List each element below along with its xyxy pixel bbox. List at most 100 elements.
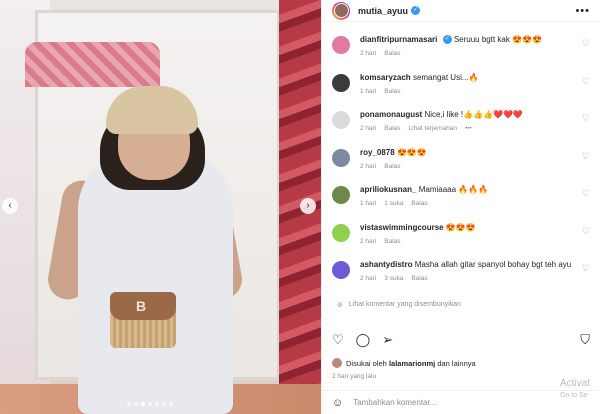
commenter-username[interactable]: ponamonaugust bbox=[360, 110, 422, 119]
commenter-avatar[interactable] bbox=[332, 148, 350, 167]
reply-button[interactable]: Balas bbox=[384, 163, 400, 170]
comment-input[interactable] bbox=[353, 398, 504, 407]
comment-body: dianfitripurnamasari ✓ Seruuu bgtt kak 😍… bbox=[360, 34, 590, 72]
comment-heart-icon[interactable]: ♡ bbox=[582, 113, 590, 124]
comment-body: vistaswimmingcourse 😍😍😍 2 hari Balas bbox=[360, 222, 590, 260]
comment-icon[interactable]: ◯ bbox=[356, 332, 371, 348]
post-image[interactable]: B ‹ › bbox=[0, 0, 321, 414]
comment-text: semangat Usi...🔥 bbox=[412, 72, 479, 82]
commenter-username[interactable]: komsaryzach bbox=[360, 73, 411, 82]
liker-username[interactable]: lalamarionmj bbox=[389, 359, 435, 368]
comment-time: 2 hari bbox=[360, 237, 377, 245]
comment-row: apriliokusnan_ Mamiaaaa 🔥🔥🔥 1 hari 1 suk… bbox=[332, 184, 590, 222]
comment-heart-icon[interactable]: ♡ bbox=[582, 38, 590, 49]
background-awning bbox=[25, 42, 160, 87]
comment-heart-icon[interactable]: ♡ bbox=[582, 263, 590, 274]
comment-heart-icon[interactable]: ♡ bbox=[582, 76, 590, 87]
commenter-avatar[interactable] bbox=[332, 186, 350, 204]
commenter-avatar[interactable] bbox=[332, 223, 350, 242]
carousel-dot bbox=[162, 402, 166, 406]
reply-button[interactable]: Balas bbox=[384, 125, 400, 132]
comment-time: 2 hari bbox=[360, 275, 377, 282]
previous-image-icon[interactable]: ‹ bbox=[2, 198, 18, 214]
commenter-avatar[interactable] bbox=[332, 111, 350, 129]
comment-heart-icon[interactable]: ♡ bbox=[582, 226, 590, 237]
comment-row: ashantydistro Masha allah gitar spanyol … bbox=[332, 259, 590, 297]
emoji-icon[interactable]: ☺ bbox=[332, 397, 343, 409]
comment-text: Mamiaaaa 🔥🔥🔥 bbox=[418, 185, 489, 194]
comment-body: ponamonaugust Nice,i like !👍👍👍❤️❤️❤️ 2 h… bbox=[360, 109, 590, 147]
comment-list: dianfitripurnamasari ✓ Seruuu bgtt kak 😍… bbox=[322, 22, 600, 322]
post-header: mutia_ayuu ✓ ••• bbox=[322, 0, 600, 22]
comment-row: komsaryzach semangat Usi...🔥 1 hari Bala… bbox=[332, 72, 590, 110]
action-bar: ♡ ◯ ➢ ⛉ bbox=[332, 332, 590, 348]
comment-options-icon[interactable]: ••• bbox=[465, 125, 472, 132]
reply-button[interactable]: Balas bbox=[384, 238, 400, 245]
commenter-username[interactable]: dianfitripurnamasari bbox=[360, 35, 437, 44]
watermark-line2: Go to Se bbox=[560, 392, 588, 399]
carousel-dot bbox=[148, 402, 152, 406]
hidden-comments-label: Lihat komentar yang disembunyikan bbox=[348, 301, 461, 308]
comment-heart-icon[interactable]: ♡ bbox=[582, 188, 590, 199]
carousel-dot bbox=[127, 402, 131, 406]
translate-link[interactable]: Lihat terjemahan bbox=[409, 125, 457, 132]
comment-row: roy_0878 😍😍😍 2 hari Balas ♡ bbox=[332, 147, 590, 185]
author-username[interactable]: mutia_ayuu bbox=[358, 6, 408, 16]
comment-like-count[interactable]: 1 suka bbox=[384, 200, 403, 207]
commenter-username[interactable]: apriliokusnan_ bbox=[360, 185, 416, 194]
reply-button[interactable]: Balas bbox=[411, 275, 427, 282]
ellipsis-icon[interactable]: ••• bbox=[575, 5, 590, 17]
comment-like-count[interactable]: 3 suka bbox=[384, 275, 403, 282]
comment-time: 2 hari bbox=[360, 162, 377, 170]
handbag-logo: B bbox=[136, 298, 147, 314]
eye-slash-icon: ⊘ bbox=[337, 301, 343, 309]
comment-meta: 2 hari Balas bbox=[360, 50, 590, 57]
comment-text-line: komsaryzach semangat Usi...🔥 bbox=[360, 72, 590, 83]
heart-icon[interactable]: ♡ bbox=[332, 332, 344, 348]
comment-meta: 2 hari Balas Lihat terjemahan ••• bbox=[360, 125, 590, 132]
comment-text: 😍😍😍 bbox=[445, 222, 476, 232]
comment-text-line: dianfitripurnamasari ✓ Seruuu bgtt kak 😍… bbox=[360, 34, 590, 45]
reply-button[interactable]: Balas bbox=[384, 50, 400, 57]
hidden-comments-link[interactable]: ⊘ Lihat komentar yang disembunyikan bbox=[337, 301, 590, 309]
share-icon[interactable]: ➢ bbox=[382, 332, 393, 348]
comment-time: 1 hari bbox=[360, 87, 377, 95]
comment-body: apriliokusnan_ Mamiaaaa 🔥🔥🔥 1 hari 1 suk… bbox=[360, 184, 590, 222]
comment-text: Masha allah gitar spanyol bohay bgt teh … bbox=[414, 260, 572, 269]
comment-text: Seruuu bgtt kak 😍😍😍 bbox=[453, 35, 542, 44]
comments-panel: mutia_ayuu ✓ ••• dianfitripurnamasari ✓ … bbox=[321, 0, 600, 414]
comment-text-line: vistaswimmingcourse 😍😍😍 bbox=[360, 222, 590, 233]
carousel-dot bbox=[169, 402, 173, 406]
post-timestamp: 2 hari yang lalu bbox=[332, 373, 377, 380]
comment-meta: 1 hari Balas bbox=[360, 88, 590, 95]
comment-text: 😍😍😍 bbox=[396, 147, 427, 157]
comment-body: komsaryzach semangat Usi...🔥 1 hari Bala… bbox=[360, 72, 590, 110]
commenter-avatar[interactable] bbox=[332, 261, 350, 279]
likes-suffix[interactable]: dan lainnya bbox=[437, 359, 475, 368]
commenter-username[interactable]: roy_0878 bbox=[360, 148, 395, 157]
comment-time: 2 hari bbox=[360, 50, 377, 57]
next-image-icon[interactable]: › bbox=[300, 198, 316, 214]
comment-heart-icon[interactable]: ♡ bbox=[582, 151, 590, 162]
bookmark-icon[interactable]: ⛉ bbox=[580, 332, 590, 348]
reply-button[interactable]: Balas bbox=[411, 200, 427, 207]
commenter-username[interactable]: vistaswimmingcourse bbox=[360, 223, 444, 232]
reply-button[interactable]: Balas bbox=[384, 88, 400, 95]
carousel-dot bbox=[134, 402, 138, 406]
comment-text-line: ashantydistro Masha allah gitar spanyol … bbox=[360, 259, 590, 270]
watermark-line1: Activat bbox=[560, 378, 591, 389]
carousel-dot bbox=[155, 402, 159, 406]
comment-text-line: ponamonaugust Nice,i like !👍👍👍❤️❤️❤️ bbox=[360, 109, 590, 120]
liker-avatar bbox=[332, 358, 342, 368]
comment-composer: ☺ bbox=[322, 390, 600, 414]
comment-row: dianfitripurnamasari ✓ Seruuu bgtt kak 😍… bbox=[332, 34, 590, 72]
likes-summary[interactable]: Disukai oleh lalamarionmj dan lainnya bbox=[332, 358, 476, 368]
commenter-username[interactable]: ashantydistro bbox=[360, 260, 412, 269]
carousel-dot-active bbox=[141, 402, 145, 406]
comment-time: 1 hari bbox=[360, 200, 377, 207]
author-avatar[interactable] bbox=[332, 1, 350, 20]
commenter-avatar[interactable] bbox=[332, 73, 350, 92]
commenter-avatar[interactable] bbox=[332, 36, 350, 54]
comment-meta: 2 hari 3 suka Balas bbox=[360, 275, 590, 282]
comment-time: 2 hari bbox=[360, 125, 377, 132]
